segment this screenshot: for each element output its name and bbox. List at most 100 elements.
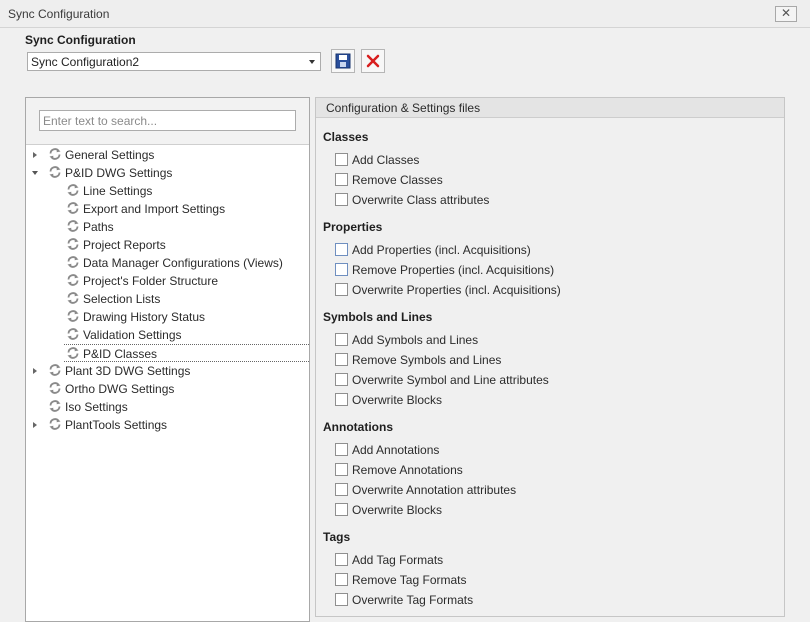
tree-item[interactable]: Data Manager Configurations (Views) — [30, 254, 300, 272]
checkbox[interactable] — [335, 573, 348, 586]
sync-icon — [49, 400, 61, 412]
sync-icon — [67, 220, 79, 232]
sync-icon — [67, 202, 79, 214]
tree-item-label: Project Reports — [83, 238, 166, 252]
sync-icon — [67, 184, 79, 196]
tree-item-label: P&ID DWG Settings — [65, 166, 173, 180]
tree-item[interactable]: Project's Folder Structure — [30, 272, 300, 290]
tree-item[interactable]: Iso Settings — [30, 398, 300, 416]
checkbox[interactable] — [335, 283, 348, 296]
checkbox-label: Remove Properties (incl. Acquisitions) — [352, 263, 555, 277]
tree-item-label: Validation Settings — [83, 328, 182, 342]
tree-item-label: Data Manager Configurations (Views) — [83, 256, 283, 270]
tree-item[interactable]: PlantTools Settings — [30, 416, 300, 434]
tree-item[interactable]: Drawing History Status — [30, 308, 300, 326]
sync-icon — [67, 238, 79, 250]
sync-icon — [67, 310, 79, 322]
collapsed-arrow-icon[interactable] — [30, 420, 40, 430]
checkbox[interactable] — [335, 503, 348, 516]
expanded-arrow-icon[interactable] — [30, 168, 40, 178]
tree-item-label: Drawing History Status — [83, 310, 206, 324]
tree-item-label: Plant 3D DWG Settings — [65, 364, 191, 378]
checkbox[interactable] — [335, 243, 348, 256]
config-panel-title: Configuration & Settings files — [326, 101, 481, 115]
tree-item-label: Iso Settings — [65, 400, 128, 414]
checkbox-label: Add Classes — [352, 153, 420, 167]
window-title: Sync Configuration — [8, 7, 110, 21]
checkbox[interactable] — [335, 153, 348, 166]
red-x-icon — [366, 54, 380, 68]
checkbox-label: Remove Tag Formats — [352, 573, 467, 587]
tree-item-selected[interactable]: P&ID Classes — [64, 344, 309, 362]
checkbox[interactable] — [335, 193, 348, 206]
tree-item[interactable]: P&ID DWG Settings — [30, 164, 300, 182]
checkbox-label: Overwrite Blocks — [352, 393, 443, 407]
tree-item-label: Line Settings — [83, 184, 153, 198]
checkbox[interactable] — [335, 373, 348, 386]
checkbox[interactable] — [335, 393, 348, 406]
tree-item-label: General Settings — [65, 148, 155, 162]
checkbox[interactable] — [335, 553, 348, 566]
save-button[interactable] — [331, 49, 355, 73]
search-area — [26, 98, 309, 145]
chevron-down-icon[interactable] — [309, 60, 315, 64]
group-heading: Tags — [323, 530, 351, 544]
checkbox[interactable] — [335, 593, 348, 606]
group-heading: Annotations — [323, 420, 393, 434]
tree-item[interactable]: Plant 3D DWG Settings — [30, 362, 300, 380]
checkbox-label: Overwrite Tag Formats — [352, 593, 474, 607]
sync-icon — [49, 418, 61, 430]
sync-config-value: Sync Configuration2 — [31, 55, 140, 69]
tree-item-label: Ortho DWG Settings — [65, 382, 175, 396]
sync-config-dropdown[interactable]: Sync Configuration2 — [27, 52, 321, 71]
tree-item[interactable]: Project Reports — [30, 236, 300, 254]
checkbox-label: Overwrite Symbol and Line attributes — [352, 373, 549, 387]
tree-item-label: Export and Import Settings — [83, 202, 226, 216]
tree-item[interactable]: Validation Settings — [30, 326, 300, 344]
tree-item[interactable]: Ortho DWG Settings — [30, 380, 300, 398]
checkbox[interactable] — [335, 263, 348, 276]
checkbox-label: Overwrite Blocks — [352, 503, 443, 517]
sync-icon — [67, 274, 79, 286]
sync-icon — [67, 328, 79, 340]
sync-icon — [67, 256, 79, 268]
checkbox-label: Add Tag Formats — [352, 553, 444, 567]
sync-icon — [67, 292, 79, 304]
checkbox[interactable] — [335, 173, 348, 186]
tree-item[interactable]: Selection Lists — [30, 290, 300, 308]
sync-config-label: Sync Configuration — [25, 33, 136, 47]
tree-item[interactable]: General Settings — [30, 146, 300, 164]
checkbox[interactable] — [335, 353, 348, 366]
delete-button[interactable] — [361, 49, 385, 73]
close-button[interactable]: ✕ — [775, 6, 797, 22]
checkbox-label: Add Annotations — [352, 443, 440, 457]
checkbox-label: Remove Classes — [352, 173, 443, 187]
checkbox-label: Overwrite Properties (incl. Acquisitions… — [352, 283, 561, 297]
collapsed-arrow-icon[interactable] — [30, 366, 40, 376]
tree-item[interactable]: Paths — [30, 218, 300, 236]
title-bar: Sync Configuration ✕ — [0, 0, 810, 28]
close-icon: ✕ — [780, 6, 792, 20]
group-heading: Symbols and Lines — [323, 310, 433, 324]
checkbox[interactable] — [335, 443, 348, 456]
checkbox-label: Overwrite Class attributes — [352, 193, 490, 207]
group-heading: Classes — [323, 130, 369, 144]
tree-item-label: PlantTools Settings — [65, 418, 168, 432]
sync-icon — [49, 166, 61, 178]
tree-item-label: Paths — [83, 220, 114, 234]
search-input[interactable] — [39, 110, 296, 131]
sync-icon — [49, 382, 61, 394]
checkbox[interactable] — [335, 483, 348, 496]
checkbox-label: Overwrite Annotation attributes — [352, 483, 517, 497]
checkbox[interactable] — [335, 333, 348, 346]
floppy-disk-icon — [335, 53, 351, 69]
checkbox-label: Add Symbols and Lines — [352, 333, 479, 347]
tree-item[interactable]: Export and Import Settings — [30, 200, 300, 218]
tree-item[interactable]: Line Settings — [30, 182, 300, 200]
tree-item-label: Selection Lists — [83, 292, 161, 306]
collapsed-arrow-icon[interactable] — [30, 150, 40, 160]
tree-item-label: Project's Folder Structure — [83, 274, 219, 288]
config-panel-header: Configuration & Settings files — [316, 98, 784, 118]
checkbox[interactable] — [335, 463, 348, 476]
checkbox-label: Remove Symbols and Lines — [352, 353, 502, 367]
